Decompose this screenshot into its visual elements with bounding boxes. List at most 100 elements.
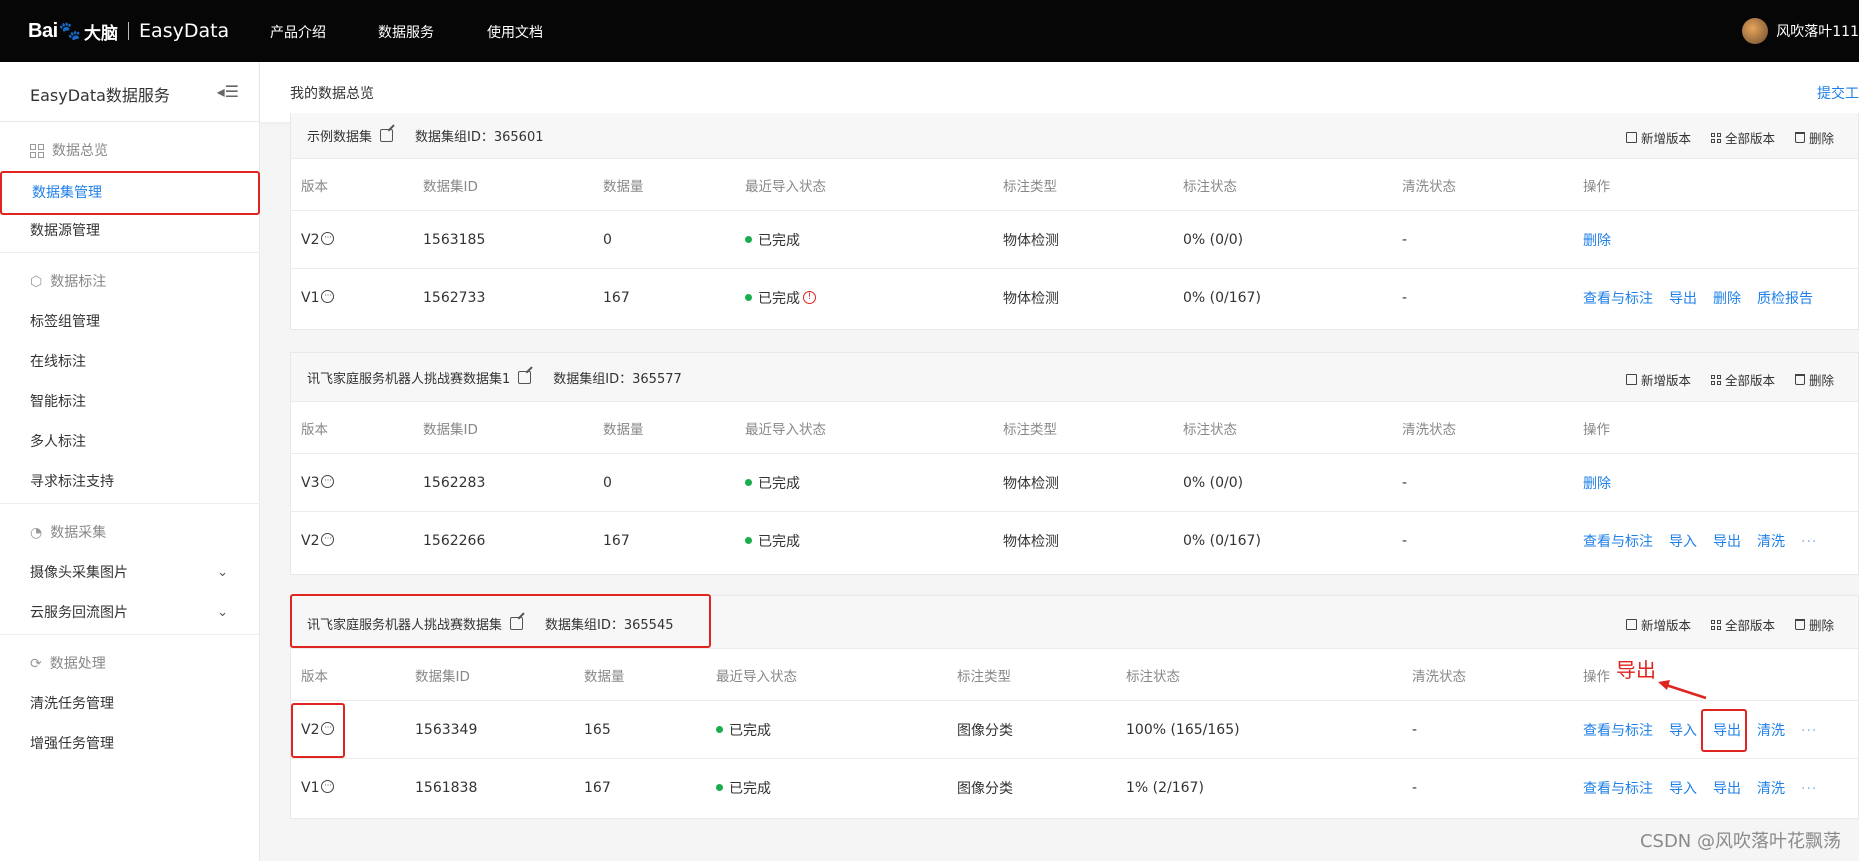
- trash-icon: [1794, 132, 1805, 143]
- delete-dataset-button[interactable]: 删除: [1794, 128, 1834, 147]
- more-icon[interactable]: ···: [321, 232, 335, 245]
- ops-cell: 查看与标注 导入 导出 清洗 ···: [1583, 720, 1817, 740]
- sidebar-item-dataset-mgmt[interactable]: 数据集管理: [0, 171, 260, 215]
- dataset-panel: 示例数据集 数据集组ID：365601 新增版本 全部版本 删除 版本 数据集I…: [290, 113, 1859, 330]
- delete-link[interactable]: 删除: [1583, 233, 1611, 249]
- col-header-version: 版本: [301, 421, 328, 438]
- chevron-down-icon[interactable]: ⌄: [217, 553, 228, 593]
- collapse-sidebar-icon[interactable]: ◂☰: [217, 82, 239, 101]
- avatar[interactable]: [1742, 18, 1769, 44]
- chevron-down-icon[interactable]: ⌄: [217, 593, 228, 633]
- dataset-name: 讯飞家庭服务机器人挑战赛数据集1: [307, 372, 511, 387]
- more-icon[interactable]: ···: [321, 722, 335, 735]
- clean-status-cell: -: [1412, 721, 1418, 738]
- clean-link[interactable]: 清洗: [1757, 534, 1785, 550]
- warning-icon[interactable]: !: [803, 291, 816, 304]
- col-header-label-status: 标注状态: [1126, 668, 1180, 685]
- export-link[interactable]: 导出: [1669, 291, 1697, 307]
- edit-icon[interactable]: [380, 129, 394, 142]
- more-ops-icon[interactable]: ···: [1801, 781, 1817, 797]
- more-ops-icon[interactable]: ···: [1801, 723, 1817, 739]
- ops-cell: 删除: [1583, 473, 1611, 493]
- all-versions-button[interactable]: 全部版本: [1710, 615, 1775, 634]
- all-versions-button[interactable]: 全部版本: [1710, 370, 1775, 389]
- sidebar-item-camera-images[interactable]: 摄像头采集图片 ⌄: [0, 553, 260, 593]
- user-menu[interactable]: 风吹落叶111: [1742, 18, 1859, 44]
- cube-icon: ⬡: [30, 274, 43, 290]
- new-version-button[interactable]: 新增版本: [1625, 615, 1691, 634]
- ops-cell: 删除: [1583, 230, 1611, 250]
- sidebar-item-multi-label[interactable]: 多人标注: [0, 422, 260, 462]
- clean-link[interactable]: 清洗: [1757, 781, 1785, 797]
- new-version-button[interactable]: 新增版本: [1625, 128, 1691, 147]
- clean-status-cell: -: [1402, 474, 1408, 491]
- more-ops-icon[interactable]: ···: [1801, 534, 1817, 550]
- annotation-arrow-icon: [1658, 680, 1707, 700]
- sidebar-item-tag-group[interactable]: 标签组管理: [0, 302, 260, 342]
- clean-link[interactable]: 清洗: [1757, 723, 1785, 739]
- count-cell: 165: [584, 721, 611, 738]
- new-version-button[interactable]: 新增版本: [1625, 370, 1691, 389]
- sidebar-item-label-support[interactable]: 寻求标注支持: [0, 462, 260, 502]
- more-icon[interactable]: ···: [321, 533, 335, 546]
- qa-report-link[interactable]: 质检报告: [1757, 291, 1813, 307]
- nav-link-data-service[interactable]: 数据服务: [378, 22, 434, 42]
- status-dot-icon: [745, 537, 752, 544]
- delete-dataset-button[interactable]: 删除: [1794, 370, 1834, 389]
- import-link[interactable]: 导入: [1669, 723, 1697, 739]
- new-version-label: 新增版本: [1640, 373, 1691, 388]
- all-versions-button[interactable]: 全部版本: [1710, 128, 1775, 147]
- dataset-panel-actions: 新增版本 全部版本 删除: [1625, 370, 1834, 389]
- sidebar-divider: [0, 634, 260, 635]
- submit-ticket-link[interactable]: 提交工: [1817, 83, 1859, 103]
- sidebar-item-clean-tasks[interactable]: 清洗任务管理: [0, 684, 260, 724]
- more-icon[interactable]: ···: [321, 475, 335, 488]
- sidebar-title: EasyData数据服务: [30, 86, 170, 105]
- view-and-label-link[interactable]: 查看与标注: [1583, 534, 1653, 550]
- col-header-dataset-id: 数据集ID: [415, 668, 470, 685]
- sidebar-item-online-label[interactable]: 在线标注: [0, 342, 260, 382]
- sidebar-item-cloud-images[interactable]: 云服务回流图片 ⌄: [0, 593, 260, 633]
- dataset-id-cell: 1562283: [423, 474, 486, 491]
- export-link[interactable]: 导出: [1713, 723, 1741, 739]
- sidebar-item-label: 云服务回流图片: [30, 605, 128, 621]
- col-header-dataset-id: 数据集ID: [423, 178, 478, 195]
- more-icon[interactable]: ···: [321, 780, 335, 793]
- status-dot-icon: [716, 726, 723, 733]
- export-link[interactable]: 导出: [1713, 781, 1741, 797]
- sidebar-item-augment-tasks[interactable]: 增强任务管理: [0, 724, 260, 764]
- col-header-clean-status: 清洗状态: [1402, 178, 1456, 195]
- view-and-label-link[interactable]: 查看与标注: [1583, 723, 1653, 739]
- logo-divider: [128, 22, 130, 40]
- view-and-label-link[interactable]: 查看与标注: [1583, 781, 1653, 797]
- col-header-version: 版本: [301, 178, 328, 195]
- edit-icon[interactable]: [518, 371, 532, 384]
- logo-brain-text: 大脑: [84, 23, 119, 44]
- import-link[interactable]: 导入: [1669, 534, 1697, 550]
- sidebar-item-smart-label[interactable]: 智能标注: [0, 382, 260, 422]
- clean-status-cell: -: [1402, 231, 1408, 248]
- more-icon[interactable]: ···: [321, 290, 335, 303]
- col-header-label-type: 标注类型: [1003, 178, 1057, 195]
- count-cell: 167: [603, 289, 630, 306]
- sidebar-group-label: 数据标注: [50, 274, 107, 290]
- import-link[interactable]: 导入: [1669, 781, 1697, 797]
- grid-icon: [1710, 619, 1721, 630]
- sidebar-item-datasource-mgmt[interactable]: 数据源管理: [0, 211, 260, 251]
- username[interactable]: 风吹落叶111: [1776, 21, 1859, 41]
- status-dot-icon: [745, 294, 752, 301]
- edit-icon[interactable]: [510, 617, 524, 630]
- nav-link-product-intro[interactable]: 产品介绍: [270, 22, 326, 42]
- sidebar-group-label: 数据总览: [52, 143, 108, 159]
- delete-link[interactable]: 删除: [1583, 476, 1611, 492]
- new-version-label: 新增版本: [1640, 618, 1691, 633]
- export-link[interactable]: 导出: [1713, 534, 1741, 550]
- delete-link[interactable]: 删除: [1713, 291, 1741, 307]
- delete-dataset-button[interactable]: 删除: [1794, 615, 1834, 634]
- baidu-easydata-logo[interactable]: Bai 🐾 大脑 EasyData: [28, 14, 229, 48]
- col-header-label-type: 标注类型: [1003, 421, 1057, 438]
- refresh-icon: ⟳: [30, 656, 42, 672]
- view-and-label-link[interactable]: 查看与标注: [1583, 291, 1653, 307]
- nav-link-docs[interactable]: 使用文档: [487, 22, 543, 42]
- clock-icon: ◔: [30, 525, 43, 541]
